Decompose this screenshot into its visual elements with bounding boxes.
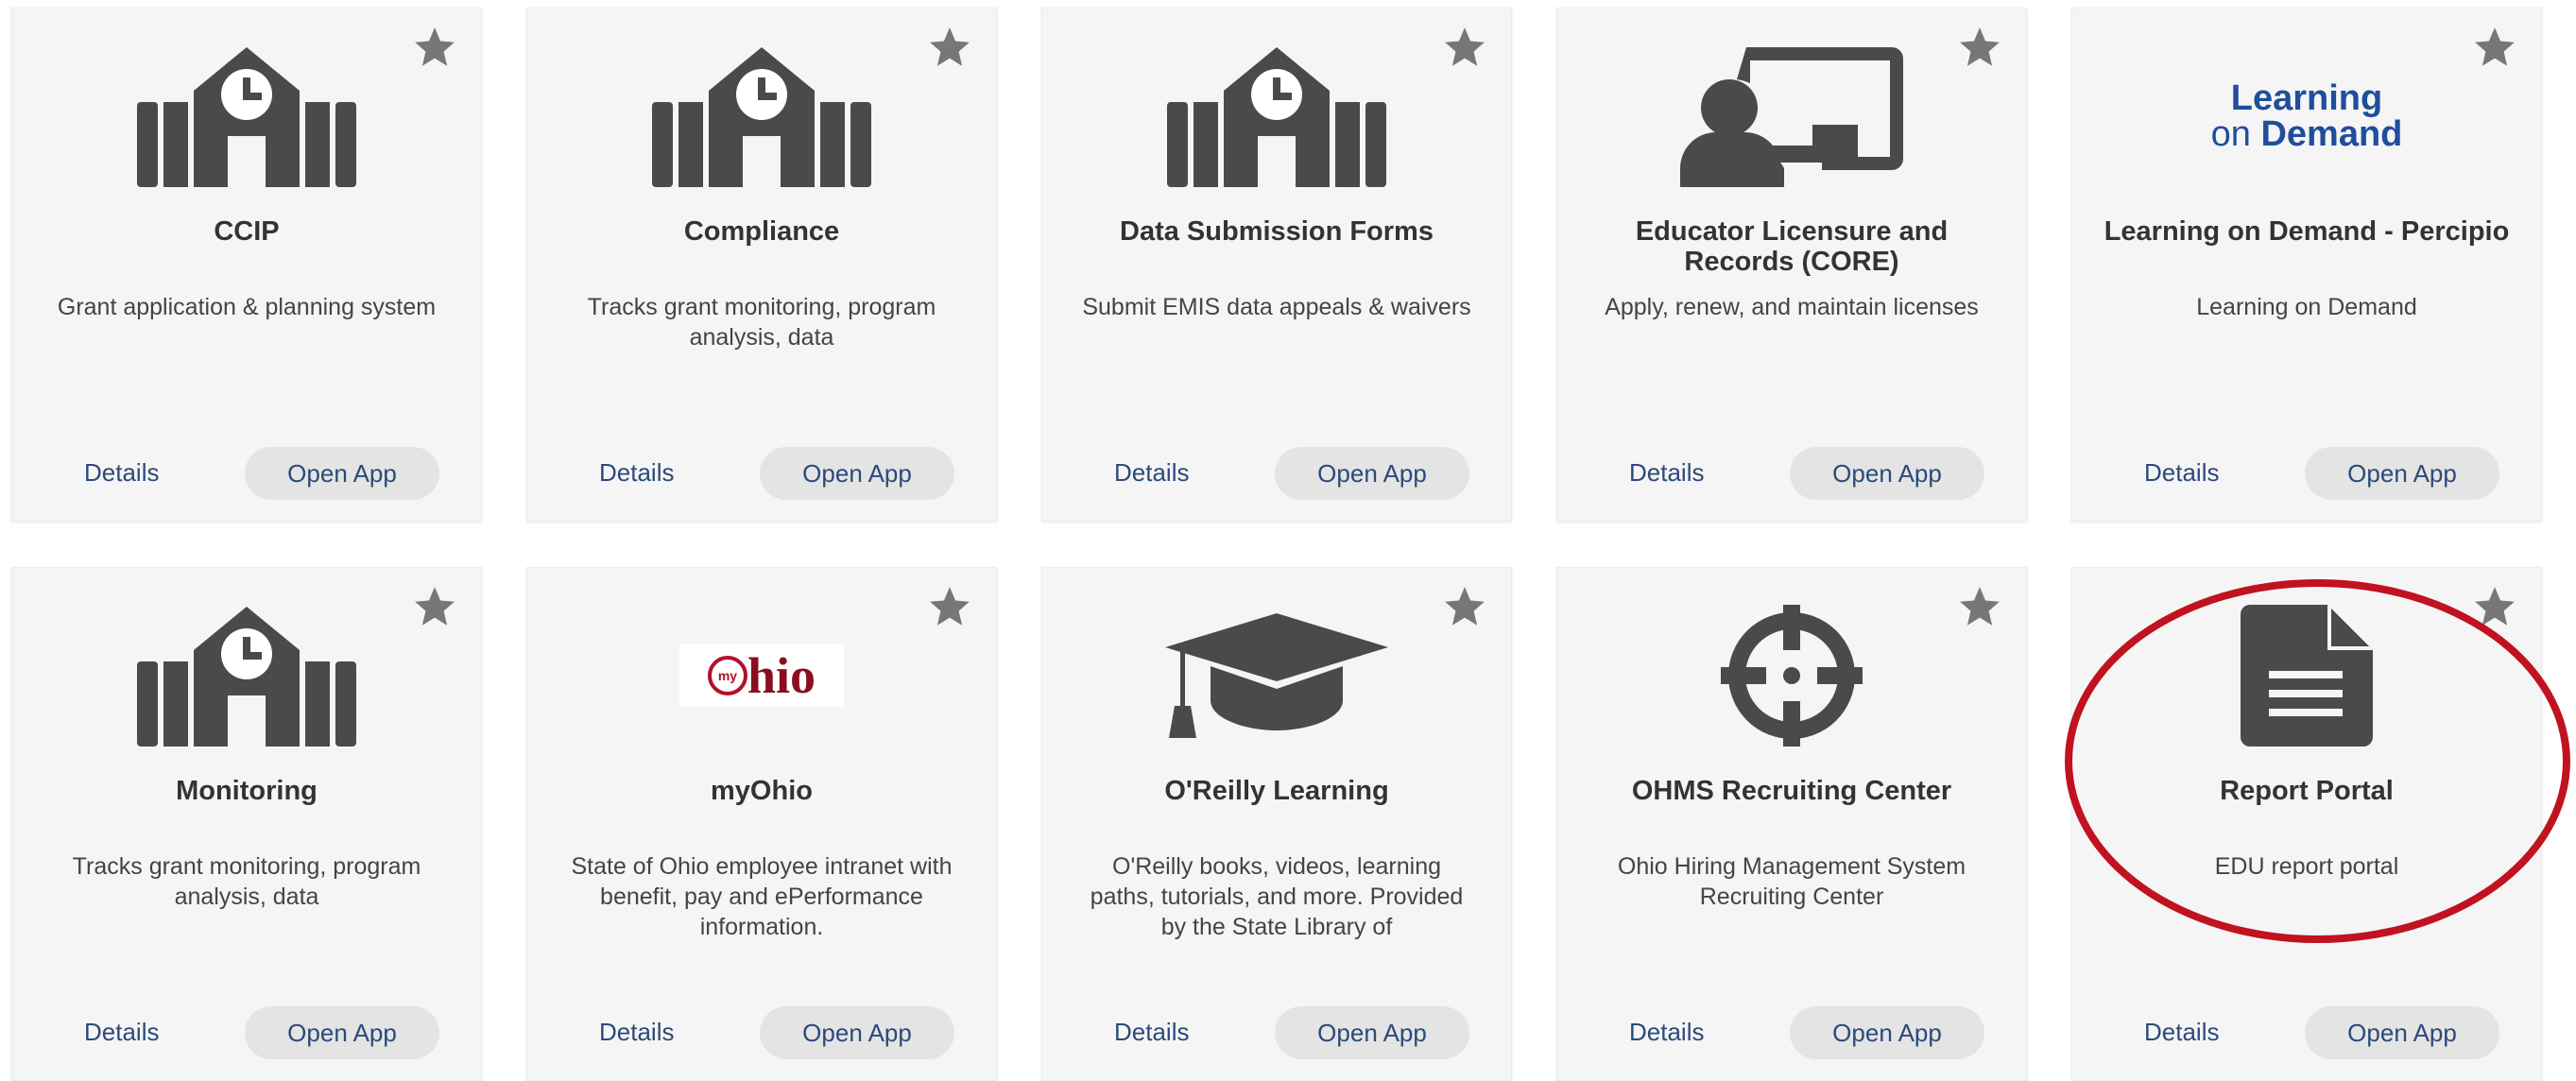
app-title: Report Portal [2220, 776, 2394, 806]
app-card-learning-on-demand: Learning on Demand Learning on Demand - … [2071, 8, 2542, 522]
school-icon [137, 47, 356, 187]
app-card-ohms-recruiting-center: OHMS Recruiting Center Ohio Hiring Manag… [1556, 567, 2027, 1081]
school-icon [1167, 47, 1386, 187]
open-app-button[interactable]: Open App [1275, 447, 1469, 500]
details-link[interactable]: Details [84, 458, 159, 488]
learning-on-demand-logo: Learning on Demand [2072, 41, 2541, 192]
app-title: Monitoring [176, 776, 318, 806]
school-icon [652, 47, 871, 187]
logo-text-on: on [2210, 114, 2261, 154]
app-description: Ohio Hiring Management System Recruiting… [1617, 853, 1966, 910]
details-link[interactable]: Details [1629, 458, 1704, 488]
app-description: Tracks grant monitoring, program analysi… [72, 853, 421, 910]
open-app-button[interactable]: Open App [760, 447, 954, 500]
app-grid: CCIP Grant application & planning system… [0, 0, 2576, 1081]
graduation-cap-icon [1165, 613, 1388, 738]
app-description: Apply, renew, and maintain licenses [1605, 294, 1979, 320]
details-link[interactable]: Details [599, 1018, 674, 1047]
app-card-report-portal: Report Portal EDU report portal Details … [2071, 567, 2542, 1081]
myohio-logo-circle: my [707, 656, 747, 695]
app-description: Learning on Demand [2196, 294, 2417, 320]
details-link[interactable]: Details [2144, 1018, 2219, 1047]
app-card-myohio: my hio myOhio State of Ohio employee int… [526, 567, 997, 1081]
app-icon-area [1557, 41, 2026, 192]
open-app-button[interactable]: Open App [760, 1006, 954, 1059]
app-description: Submit EMIS data appeals & waivers [1082, 294, 1471, 320]
app-card-oreilly-learning: O'Reilly Learning O'Reilly books, videos… [1041, 567, 1512, 1081]
app-icon-area [1557, 600, 2026, 751]
app-title: OHMS Recruiting Center [1631, 776, 1952, 806]
app-icon-area [1042, 600, 1511, 751]
details-link[interactable]: Details [599, 458, 674, 488]
open-app-button[interactable]: Open App [1790, 447, 1984, 500]
app-title: Compliance [683, 216, 840, 247]
myohio-logo-text: hio [747, 647, 816, 704]
app-icon-area [12, 600, 481, 751]
app-description: EDU report portal [2214, 853, 2399, 880]
school-icon [137, 607, 356, 746]
app-card-data-submission-forms: Data Submission Forms Submit EMIS data a… [1041, 8, 1512, 522]
app-description: Tracks grant monitoring, program analysi… [587, 294, 936, 351]
details-link[interactable]: Details [2144, 458, 2219, 488]
app-title: CCIP [214, 216, 280, 247]
logo-text-demand: Demand [2260, 114, 2403, 154]
logo-text-line1: Learning [2230, 78, 2383, 118]
app-icon-area [527, 41, 996, 192]
app-title: Learning on Demand - Percipio [2104, 216, 2510, 247]
app-icon-area: my hio [527, 600, 996, 751]
app-title: myOhio [711, 776, 813, 806]
app-title: Educator Licensure and Records (CORE) [1635, 216, 1949, 277]
teacher-board-icon [1680, 47, 1903, 187]
app-card-compliance: Compliance Tracks grant monitoring, prog… [526, 8, 997, 522]
open-app-button[interactable]: Open App [245, 1006, 439, 1059]
app-title: Data Submission Forms [1120, 216, 1434, 247]
app-icon-area [2072, 600, 2541, 751]
open-app-button[interactable]: Open App [2305, 1006, 2499, 1059]
open-app-button[interactable]: Open App [1790, 1006, 1984, 1059]
app-icon-area [1042, 41, 1511, 192]
logo-text-line2: on Demand [2211, 116, 2403, 152]
open-app-button[interactable]: Open App [1275, 1006, 1469, 1059]
app-description: O'Reilly books, videos, learning paths, … [1090, 853, 1464, 940]
app-card-monitoring: Monitoring Tracks grant monitoring, prog… [11, 567, 482, 1081]
details-link[interactable]: Details [1114, 1018, 1189, 1047]
app-card-ccip: CCIP Grant application & planning system… [11, 8, 482, 522]
app-description: Grant application & planning system [57, 294, 437, 320]
open-app-button[interactable]: Open App [245, 447, 439, 500]
app-icon-area [12, 41, 481, 192]
details-link[interactable]: Details [1629, 1018, 1704, 1047]
details-link[interactable]: Details [1114, 458, 1189, 488]
app-card-educator-licensure: Educator Licensure and Records (CORE) Ap… [1556, 8, 2027, 522]
details-link[interactable]: Details [84, 1018, 159, 1047]
app-description: State of Ohio employee intranet with ben… [571, 853, 953, 940]
open-app-button[interactable]: Open App [2305, 447, 2499, 500]
document-icon [2241, 605, 2373, 746]
crosshairs-icon [1721, 605, 1863, 746]
app-title: O'Reilly Learning [1164, 776, 1389, 806]
myohio-logo: my hio [679, 644, 844, 707]
